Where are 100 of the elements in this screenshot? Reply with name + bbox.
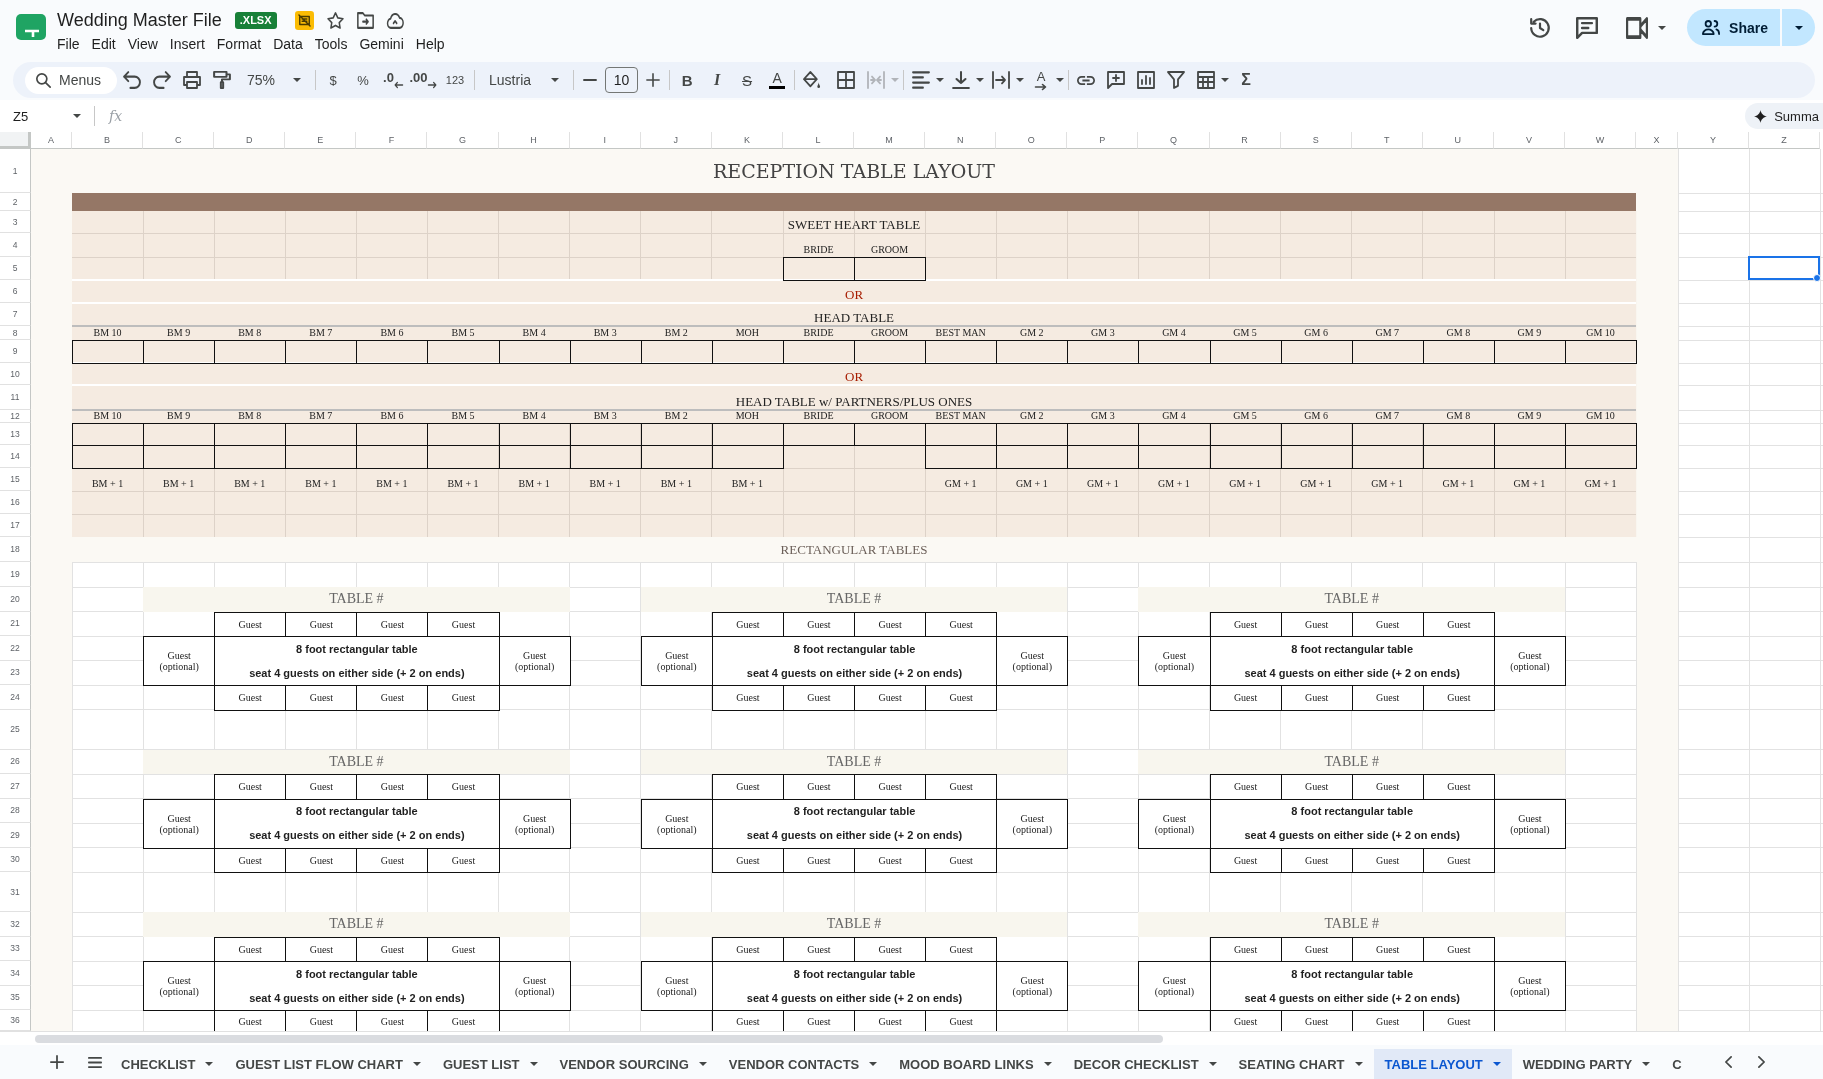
plus-icon[interactable] (50, 1055, 64, 1069)
crossed-document-icon[interactable] (294, 10, 314, 30)
row-header[interactable]: 21 (0, 611, 31, 636)
row-header[interactable]: 15 (0, 468, 31, 491)
sheet-tab[interactable]: CHECKLIST (110, 1049, 225, 1079)
printer-icon[interactable] (183, 71, 201, 89)
column-header[interactable]: X (1636, 132, 1679, 149)
column-header[interactable]: E (285, 132, 357, 149)
row-header[interactable]: 24 (0, 685, 31, 710)
video-call-button[interactable] (1626, 16, 1667, 39)
font-dropdown[interactable]: Lustria (477, 66, 572, 94)
strikethrough-button[interactable]: S (732, 66, 763, 94)
row-header[interactable]: 16 (0, 491, 31, 514)
menu-icon[interactable] (88, 1056, 102, 1068)
sheet-tab[interactable]: VENDOR CONTACTS (717, 1049, 889, 1079)
row-header[interactable]: 4 (0, 233, 31, 257)
column-header[interactable]: D (214, 132, 286, 149)
menu-item[interactable]: Data (267, 34, 309, 54)
row-header[interactable]: 26 (0, 749, 31, 774)
summarize-button[interactable]: Summa (1745, 103, 1823, 129)
column-header[interactable]: Z (1749, 132, 1821, 149)
row-header[interactable]: 25 (0, 709, 31, 750)
column-header[interactable]: S (1280, 132, 1352, 149)
caret-icon[interactable] (976, 78, 985, 82)
document-title[interactable]: Wedding Master File (57, 8, 222, 32)
column-header[interactable]: B (72, 132, 144, 149)
fill-handle[interactable] (1813, 274, 1822, 282)
row-header[interactable]: 3 (0, 211, 31, 233)
menu-item[interactable]: Edit (85, 34, 122, 54)
funnel-icon[interactable] (1167, 71, 1186, 89)
cloud-icon[interactable] (386, 11, 404, 29)
sheet-tab[interactable]: SEATING CHART (1227, 1049, 1374, 1079)
row-header[interactable]: 7 (0, 303, 31, 326)
number-format-button[interactable]: 123 (438, 66, 473, 94)
row-header[interactable]: 31 (0, 872, 31, 912)
row-header[interactable]: 30 (0, 847, 31, 872)
sheet-tab[interactable]: C (1661, 1049, 1693, 1079)
row-header[interactable]: 35 (0, 985, 31, 1010)
menu-item[interactable]: File (51, 34, 86, 54)
row-header[interactable]: 2 (0, 193, 31, 211)
column-header[interactable]: R (1209, 132, 1281, 149)
cell-reference-field[interactable]: Z5 (0, 104, 88, 128)
row-header[interactable]: 9 (0, 340, 31, 363)
sheet-tab[interactable]: WEDDING PARTY (1511, 1049, 1662, 1079)
row-header[interactable]: 18 (0, 537, 31, 562)
scrollbar-thumb[interactable] (35, 1034, 1163, 1043)
row-header[interactable]: 36 (0, 1010, 31, 1031)
column-header[interactable]: G (427, 132, 499, 149)
sheet-tab[interactable]: MOOD BOARD LINKS (888, 1049, 1063, 1079)
sheet-tab[interactable]: DECOR CHECKLIST (1062, 1049, 1228, 1079)
column-header[interactable]: K (711, 132, 783, 149)
row-header[interactable]: 28 (0, 798, 31, 823)
chevron-left-icon[interactable] (1725, 1056, 1732, 1068)
caret-icon[interactable] (1221, 78, 1230, 82)
share-button[interactable]: Share (1687, 9, 1780, 46)
folder-arrow-icon[interactable] (356, 11, 374, 29)
row-header[interactable]: 33 (0, 936, 31, 961)
functions-button[interactable]: Σ (1231, 66, 1262, 94)
row-header[interactable]: 23 (0, 660, 31, 685)
row-header[interactable]: 32 (0, 912, 31, 937)
row-header[interactable]: 6 (0, 280, 31, 303)
column-header[interactable]: Q (1138, 132, 1210, 149)
column-header[interactable]: M (854, 132, 926, 149)
column-header[interactable]: I (569, 132, 641, 149)
column-header[interactable]: O (996, 132, 1068, 149)
plus-icon[interactable] (646, 73, 661, 87)
row-header[interactable]: 34 (0, 961, 31, 986)
row-header[interactable]: 12 (0, 410, 31, 423)
percent-button[interactable]: % (348, 66, 379, 94)
row-header[interactable]: 11 (0, 385, 31, 410)
align-left-icon[interactable] (912, 71, 931, 89)
sheet-tab[interactable]: GUEST LIST (431, 1049, 549, 1079)
chart-icon[interactable] (1137, 71, 1156, 89)
search-field[interactable]: Menus (25, 66, 117, 94)
font-size-field[interactable]: 10 (605, 67, 639, 93)
menu-item[interactable]: Tools (308, 34, 354, 54)
column-header[interactable]: W (1564, 132, 1637, 149)
column-header[interactable]: U (1422, 132, 1494, 149)
row-header[interactable]: 8 (0, 326, 31, 340)
row-header[interactable]: 14 (0, 445, 31, 468)
sheet-tab[interactable]: TABLE LAYOUT (1373, 1049, 1512, 1079)
menu-item[interactable]: View (121, 34, 164, 54)
increase-decimal-button[interactable]: .00 (408, 66, 439, 94)
link-icon[interactable] (1077, 75, 1096, 85)
cell-selection[interactable] (1748, 256, 1821, 280)
undo-icon[interactable] (123, 71, 141, 89)
currency-button[interactable]: $ (318, 66, 349, 94)
column-header[interactable]: A (31, 132, 72, 149)
row-header[interactable]: 10 (0, 363, 31, 385)
column-header[interactable]: P (1067, 132, 1139, 149)
column-header[interactable]: N (925, 132, 997, 149)
text-color-button[interactable]: A (762, 66, 793, 94)
row-header[interactable]: 13 (0, 423, 31, 445)
decrease-decimal-button[interactable]: .0 (378, 66, 409, 94)
column-header[interactable]: T (1351, 132, 1423, 149)
clock-arrow-icon[interactable] (1529, 16, 1552, 39)
sheet-tab[interactable]: GUEST LIST FLOW CHART (224, 1049, 432, 1079)
row-header[interactable]: 1 (0, 149, 31, 193)
caret-icon[interactable] (1056, 78, 1065, 82)
row-header[interactable]: 5 (0, 257, 31, 280)
